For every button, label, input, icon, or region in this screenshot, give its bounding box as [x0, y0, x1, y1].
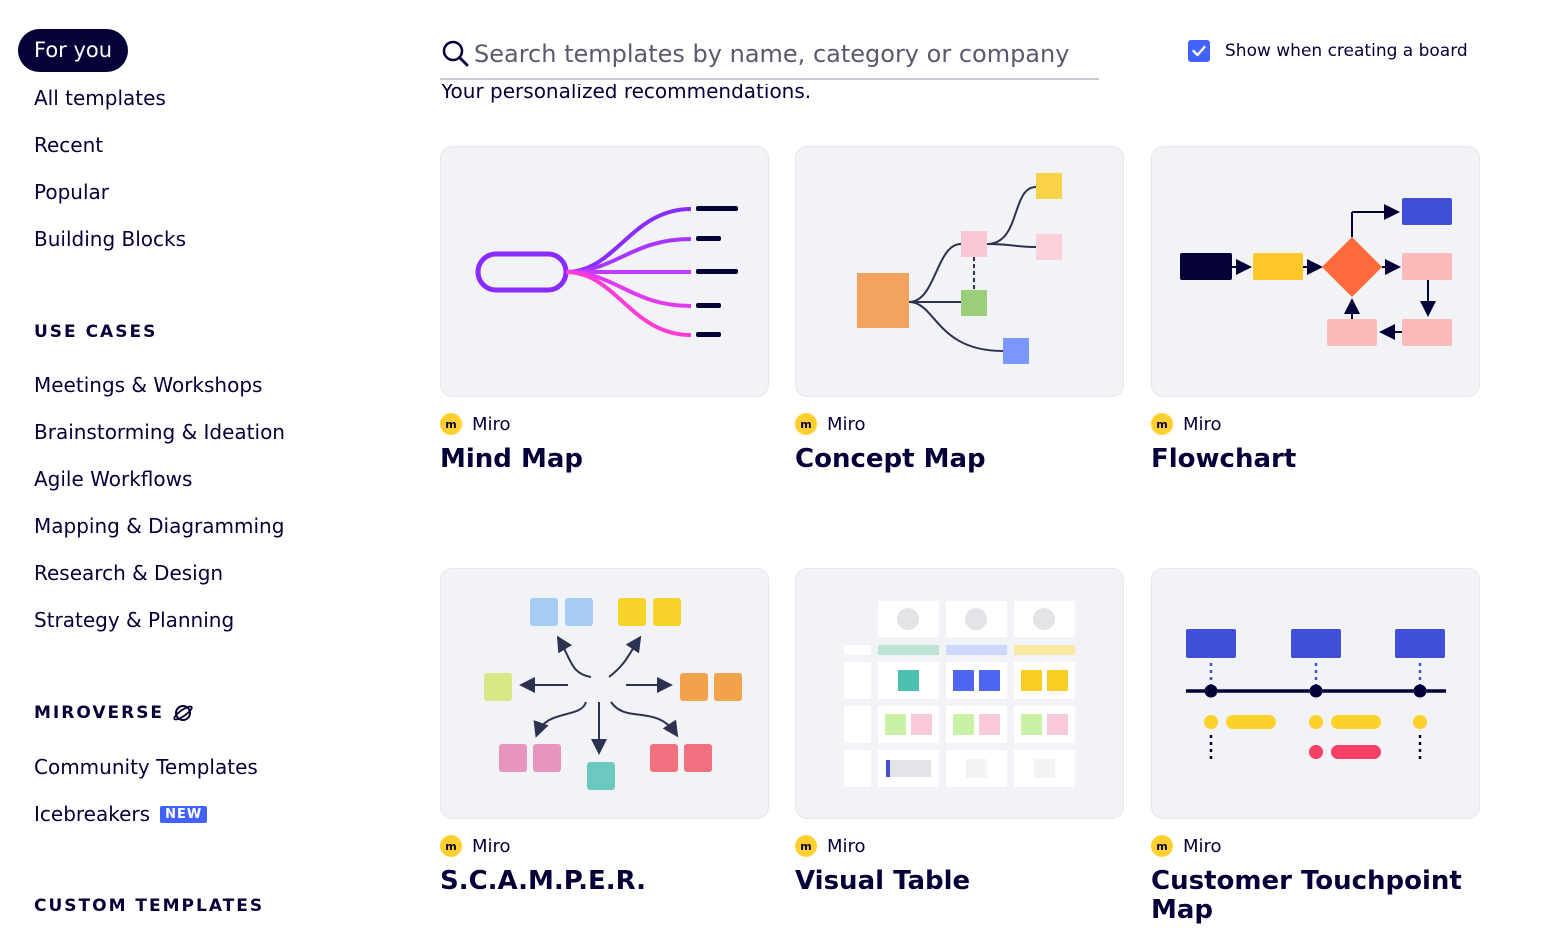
sidebar-item-meetings-workshops[interactable]: Meetings & Workshops [34, 373, 262, 397]
sidebar-item-agile-workflows[interactable]: Agile Workflows [34, 467, 192, 491]
custom-templates-heading: CUSTOM TEMPLATES [34, 896, 265, 916]
miro-logo-icon: m [795, 413, 817, 435]
template-title[interactable]: Flowchart [1151, 445, 1480, 474]
sidebar-item-community-templates[interactable]: Community Templates [34, 755, 258, 779]
owner-name: Miro [1183, 413, 1222, 435]
miro-logo-icon: m [440, 835, 462, 857]
scamper-illustration [484, 598, 742, 790]
template-thumbnail[interactable] [1151, 568, 1480, 819]
search-bar [440, 30, 1099, 80]
mind-map-illustration [475, 206, 738, 337]
template-title[interactable]: Customer Touchpoint Map [1151, 867, 1480, 925]
sidebar-item-research-design[interactable]: Research & Design [34, 561, 223, 585]
owner-name: Miro [472, 835, 511, 857]
template-card-scamper[interactable]: m Miro S.C.A.M.P.E.R. [440, 568, 769, 896]
owner-name: Miro [472, 413, 511, 435]
show-when-creating-checkbox[interactable] [1188, 40, 1210, 62]
new-badge: NEW [160, 806, 208, 823]
template-owner: m Miro [440, 835, 769, 857]
owner-name: Miro [827, 835, 866, 857]
template-title[interactable]: Concept Map [795, 445, 1124, 474]
template-card-visual-table[interactable]: m Miro Visual Table [795, 568, 1124, 896]
template-owner: m Miro [1151, 413, 1480, 435]
sidebar-item-label: Icebreakers [34, 802, 151, 826]
template-title[interactable]: Mind Map [440, 445, 769, 474]
visual-table-illustration [844, 601, 1075, 787]
miro-logo-icon: m [440, 413, 462, 435]
planet-icon [173, 705, 193, 721]
miro-logo-icon: m [1151, 413, 1173, 435]
template-owner: m Miro [795, 413, 1124, 435]
sidebar-item-recent[interactable]: Recent [34, 133, 103, 157]
recommendations-heading: Your personalized recommendations. [441, 84, 811, 106]
checkmark-icon [1192, 45, 1206, 57]
sidebar-item-for-you[interactable]: For you [18, 29, 129, 72]
search-input[interactable] [474, 40, 1094, 68]
show-when-creating-toggle[interactable]: Show when creating a board [1188, 40, 1468, 62]
template-thumbnail[interactable] [1151, 146, 1480, 397]
template-thumbnail[interactable] [795, 146, 1124, 397]
template-owner: m Miro [440, 413, 769, 435]
owner-name: Miro [1183, 835, 1222, 857]
concept-map-illustration [857, 173, 1062, 364]
miroverse-heading-label: MIROVERSE [34, 703, 165, 723]
miro-logo-icon: m [795, 835, 817, 857]
flowchart-illustration [1180, 198, 1452, 346]
show-when-creating-label: Show when creating a board [1225, 41, 1468, 61]
touchpoint-map-illustration [1186, 629, 1446, 761]
template-title[interactable]: Visual Table [795, 867, 1124, 896]
sidebar: For you All templates Recent Popular Bui… [0, 0, 400, 944]
miro-logo-icon: m [1151, 835, 1173, 857]
template-thumbnail[interactable] [440, 146, 769, 397]
sidebar-item-strategy-planning[interactable]: Strategy & Planning [34, 608, 234, 632]
sidebar-item-building-blocks[interactable]: Building Blocks [34, 227, 186, 251]
sidebar-item-all-templates[interactable]: All templates [34, 86, 166, 110]
sidebar-item-brainstorming-ideation[interactable]: Brainstorming & Ideation [34, 420, 285, 444]
template-title[interactable]: S.C.A.M.P.E.R. [440, 867, 769, 896]
template-card-customer-touchpoint-map[interactable]: m Miro Customer Touchpoint Map [1151, 568, 1480, 925]
recommendations-text: Your personalized recommendations. [441, 84, 812, 103]
template-card-flowchart[interactable]: m Miro Flowchart [1151, 146, 1480, 474]
owner-name: Miro [827, 413, 866, 435]
sidebar-item-mapping-diagramming[interactable]: Mapping & Diagramming [34, 514, 284, 538]
template-owner: m Miro [795, 835, 1124, 857]
template-owner: m Miro [1151, 835, 1480, 857]
template-thumbnail[interactable] [440, 568, 769, 819]
template-thumbnail[interactable] [795, 568, 1124, 819]
template-card-mind-map[interactable]: m Miro Mind Map [440, 146, 769, 474]
sidebar-item-icebreakers[interactable]: Icebreakers NEW [34, 802, 208, 826]
miroverse-heading: MIROVERSE [34, 703, 194, 723]
template-card-concept-map[interactable]: m Miro Concept Map [795, 146, 1124, 474]
search-icon [442, 40, 469, 67]
sidebar-item-popular[interactable]: Popular [34, 180, 109, 204]
use-cases-heading: USE CASES [34, 322, 158, 342]
